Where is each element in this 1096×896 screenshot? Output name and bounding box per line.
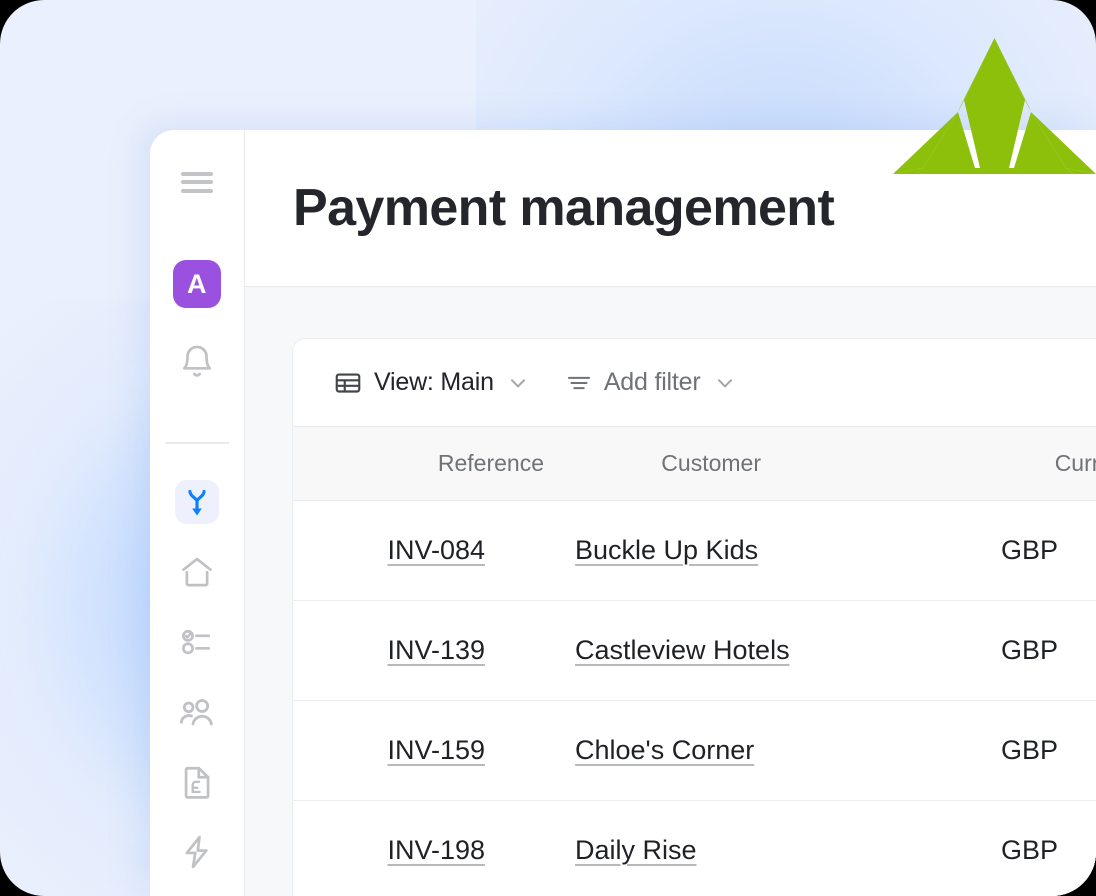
cell-customer: Buckle Up Kids <box>546 535 836 566</box>
page-header: Payment management <box>245 130 1096 287</box>
sidebar-divider <box>165 442 229 444</box>
table-row[interactable]: INV-198 Daily Rise GBP <box>293 801 1096 896</box>
sidebar-nav-list <box>175 480 219 874</box>
column-header-currency: Currency <box>1054 450 1096 476</box>
customer-link[interactable]: Buckle Up Kids <box>575 535 758 565</box>
cell-currency: GBP <box>1000 835 1058 865</box>
sidebar-item-contacts[interactable] <box>175 690 219 734</box>
cell-currency: GBP <box>1000 535 1058 565</box>
sidebar-item-invoices[interactable] <box>175 760 219 804</box>
sidebar-item-home[interactable] <box>175 550 219 594</box>
checklist-icon <box>182 629 211 655</box>
view-label: View: Main <box>374 368 494 396</box>
filter-lines-icon <box>567 376 590 389</box>
cell-currency: GBP <box>1000 635 1058 665</box>
home-icon <box>182 557 212 587</box>
table-row[interactable]: INV-084 Buckle Up Kids GBP <box>293 501 1096 601</box>
column-header-reference: Reference <box>437 450 544 476</box>
cell-reference: INV-084 <box>293 535 546 566</box>
cell-reference: INV-198 <box>293 835 546 866</box>
hamburger-menu-button[interactable] <box>175 160 219 204</box>
sidebar-item-tasks[interactable] <box>175 620 219 664</box>
sidebar-rail: A <box>150 130 245 896</box>
avatar[interactable]: A <box>173 260 221 308</box>
app-card: A Payment management View: Main Add filt… <box>150 130 1096 896</box>
cell-reference: INV-139 <box>293 635 546 666</box>
lightning-bolt-icon <box>185 835 208 869</box>
cell-customer: Chloe's Corner <box>546 735 836 766</box>
page-title: Payment management <box>293 179 835 237</box>
content-area: View: Main Add filter Reference Customer… <box>245 287 1096 896</box>
column-header-customer: Customer <box>661 450 761 476</box>
table-grid-icon <box>335 372 361 393</box>
table-toolbar: View: Main Add filter <box>293 339 1096 427</box>
add-filter-button[interactable]: Add filter <box>565 368 738 397</box>
customer-link[interactable]: Daily Rise <box>575 835 697 865</box>
merge-arrow-icon <box>188 489 206 516</box>
hamburger-icon <box>181 167 213 197</box>
view-selector[interactable]: View: Main <box>333 368 531 398</box>
invoice-document-icon <box>184 766 210 799</box>
cell-customer: Daily Rise <box>546 835 836 866</box>
table-row[interactable]: INV-139 Castleview Hotels GBP <box>293 601 1096 701</box>
chevron-down-icon <box>717 378 732 387</box>
sidebar-item-automations[interactable] <box>175 830 219 874</box>
customer-link[interactable]: Chloe's Corner <box>575 735 754 765</box>
bell-icon <box>182 345 212 377</box>
cell-currency: GBP <box>1000 735 1058 765</box>
people-icon <box>179 699 213 726</box>
customer-link[interactable]: Castleview Hotels <box>575 635 790 665</box>
reference-link[interactable]: INV-139 <box>387 635 485 665</box>
table-header-row: Reference Customer Currency <box>293 427 1096 501</box>
chevron-down-icon <box>510 378 525 387</box>
sidebar-item-payments-flow[interactable] <box>175 480 219 524</box>
table-row[interactable]: INV-159 Chloe's Corner GBP <box>293 701 1096 801</box>
notifications-button[interactable] <box>175 340 219 384</box>
reference-link[interactable]: INV-084 <box>387 535 485 565</box>
page-shell: A Payment management View: Main Add filt… <box>0 0 1096 896</box>
main-pane: Payment management View: Main Add filter… <box>245 130 1096 896</box>
add-filter-label: Add filter <box>603 368 701 396</box>
cell-customer: Castleview Hotels <box>546 635 836 666</box>
cell-reference: INV-159 <box>293 735 546 766</box>
payments-table-card: View: Main Add filter Reference Customer… <box>292 338 1096 896</box>
reference-link[interactable]: INV-198 <box>387 835 485 865</box>
reference-link[interactable]: INV-159 <box>387 735 485 765</box>
avatar-initial: A <box>187 268 207 299</box>
